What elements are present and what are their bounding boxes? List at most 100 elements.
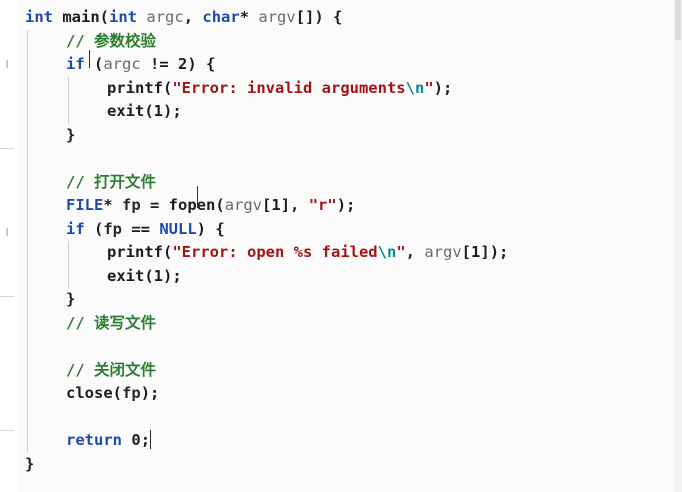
code-line-content: printf("Error: invalid arguments\n"); (25, 79, 452, 97)
code-line[interactable]: } (25, 288, 508, 312)
code-line-content (25, 408, 66, 426)
code-token: 1 (471, 243, 481, 261)
code-line-content (25, 337, 66, 355)
code-line[interactable]: } (25, 123, 508, 147)
code-token: * (103, 196, 122, 214)
gutter-divider (0, 148, 14, 149)
code-token: [ (461, 243, 472, 261)
code-token: // 读写文件 (66, 313, 156, 332)
code-line[interactable]: // 打开文件 (25, 170, 508, 194)
code-line[interactable] (25, 405, 508, 429)
code-editor[interactable]: int main(int argc, char* argv[]) { // 参数校… (0, 0, 682, 492)
code-line-content: } (25, 290, 75, 308)
code-line[interactable]: exit(1); (25, 264, 508, 288)
code-token: "Error: open %s failed (172, 243, 378, 261)
code-token: ); (163, 266, 182, 285)
indent-guide (27, 311, 28, 335)
code-token: ); (336, 196, 356, 214)
fold-marker (6, 60, 8, 68)
code-line-content: int main(int argc, char* argv[]) { (25, 8, 342, 26)
code-line-content: FILE* fp = fopen(argv[1], "r"); (25, 196, 355, 214)
code-token: } (66, 125, 76, 144)
code-line[interactable] (25, 147, 508, 171)
code-line-content: // 读写文件 (25, 314, 156, 332)
code-token: fp (103, 219, 123, 238)
code-token: char (202, 8, 240, 26)
code-line[interactable]: printf("Error: invalid arguments\n"); (25, 76, 508, 100)
code-line-content: // 参数校验 (25, 32, 156, 50)
indent-guide (68, 76, 69, 100)
scrollbar-thumb[interactable] (675, 0, 681, 40)
code-token: FILE (66, 196, 104, 214)
editor-gutter (0, 0, 18, 492)
code-line-content: printf("Error: open %s failed\n", argv[1… (25, 243, 508, 261)
code-line[interactable]: int main(int argc, char* argv[]) { (25, 6, 508, 30)
indent-guide (27, 100, 28, 124)
indent-guide (27, 170, 28, 194)
code-line[interactable]: exit(1); (25, 100, 508, 124)
code-token: // 参数校验 (66, 31, 156, 50)
code-token: argc (146, 8, 184, 26)
indent-guide (27, 147, 28, 171)
code-line[interactable]: // 关闭文件 (25, 358, 508, 382)
code-token: 1 (153, 266, 164, 285)
fold-marker (6, 228, 8, 236)
gutter-divider (0, 296, 14, 297)
code-token: fopen (168, 196, 216, 214)
code-token: " (424, 78, 434, 97)
code-token: // 打开文件 (66, 172, 156, 191)
indent-guide (27, 217, 28, 241)
code-line[interactable]: close(fp); (25, 382, 508, 406)
code-line[interactable]: FILE* fp = fopen(argv[1], "r"); (25, 194, 508, 218)
code-line[interactable] (25, 335, 508, 359)
indent-guide (27, 405, 28, 429)
code-token: ( (84, 55, 104, 73)
code-token: if (66, 55, 85, 73)
indent-guide (68, 100, 69, 124)
code-line[interactable]: printf("Error: open %s failed\n", argv[1… (25, 241, 508, 265)
code-token: } (25, 454, 35, 473)
code-token: close (66, 384, 113, 402)
code-line-content: // 打开文件 (25, 173, 156, 191)
code-line-content: exit(1); (25, 102, 182, 120)
code-line-content: if (fp == NULL) { (25, 220, 225, 238)
code-token: int (25, 8, 53, 26)
code-line-content: exit(1); (25, 267, 182, 285)
code-token: argc (103, 55, 141, 73)
code-token: " (396, 243, 406, 261)
code-token: 1 (153, 102, 164, 120)
code-token: printf (107, 78, 163, 97)
code-token: ]); (480, 243, 509, 261)
code-token: ) { (187, 55, 216, 73)
code-line[interactable]: // 参数校验 (25, 29, 508, 53)
code-token: ( (163, 243, 173, 261)
code-line[interactable]: return 0; (25, 429, 508, 453)
indent-guide (27, 29, 28, 53)
vertical-scrollbar[interactable] (674, 0, 682, 492)
code-line[interactable]: // 读写文件 (25, 311, 508, 335)
code-text-area[interactable]: int main(int argc, char* argv[]) { // 参数校… (25, 6, 508, 476)
code-line-content: close(fp); (25, 384, 159, 402)
indent-guide (68, 264, 69, 288)
code-token: ], (280, 196, 309, 214)
code-line-content: // 关闭文件 (25, 361, 156, 379)
code-token: // 关闭文件 (66, 360, 156, 379)
code-line[interactable]: if (argc != 2) { (25, 53, 508, 77)
code-line[interactable]: } (25, 453, 508, 477)
code-token: int (109, 8, 138, 26)
indent-guide (27, 264, 28, 288)
code-token: == (122, 219, 160, 238)
code-token: ( (144, 266, 154, 285)
code-token: argv (224, 196, 263, 214)
code-line[interactable]: if (fp == NULL) { (25, 217, 508, 241)
code-token: exit (107, 266, 145, 285)
code-token: fp (122, 196, 141, 214)
code-token: argv (424, 243, 462, 261)
code-token: argv (258, 8, 296, 26)
code-line-content: } (25, 455, 34, 473)
code-token: , (183, 8, 203, 26)
gutter-divider (0, 430, 14, 431)
code-token: , (405, 243, 425, 261)
